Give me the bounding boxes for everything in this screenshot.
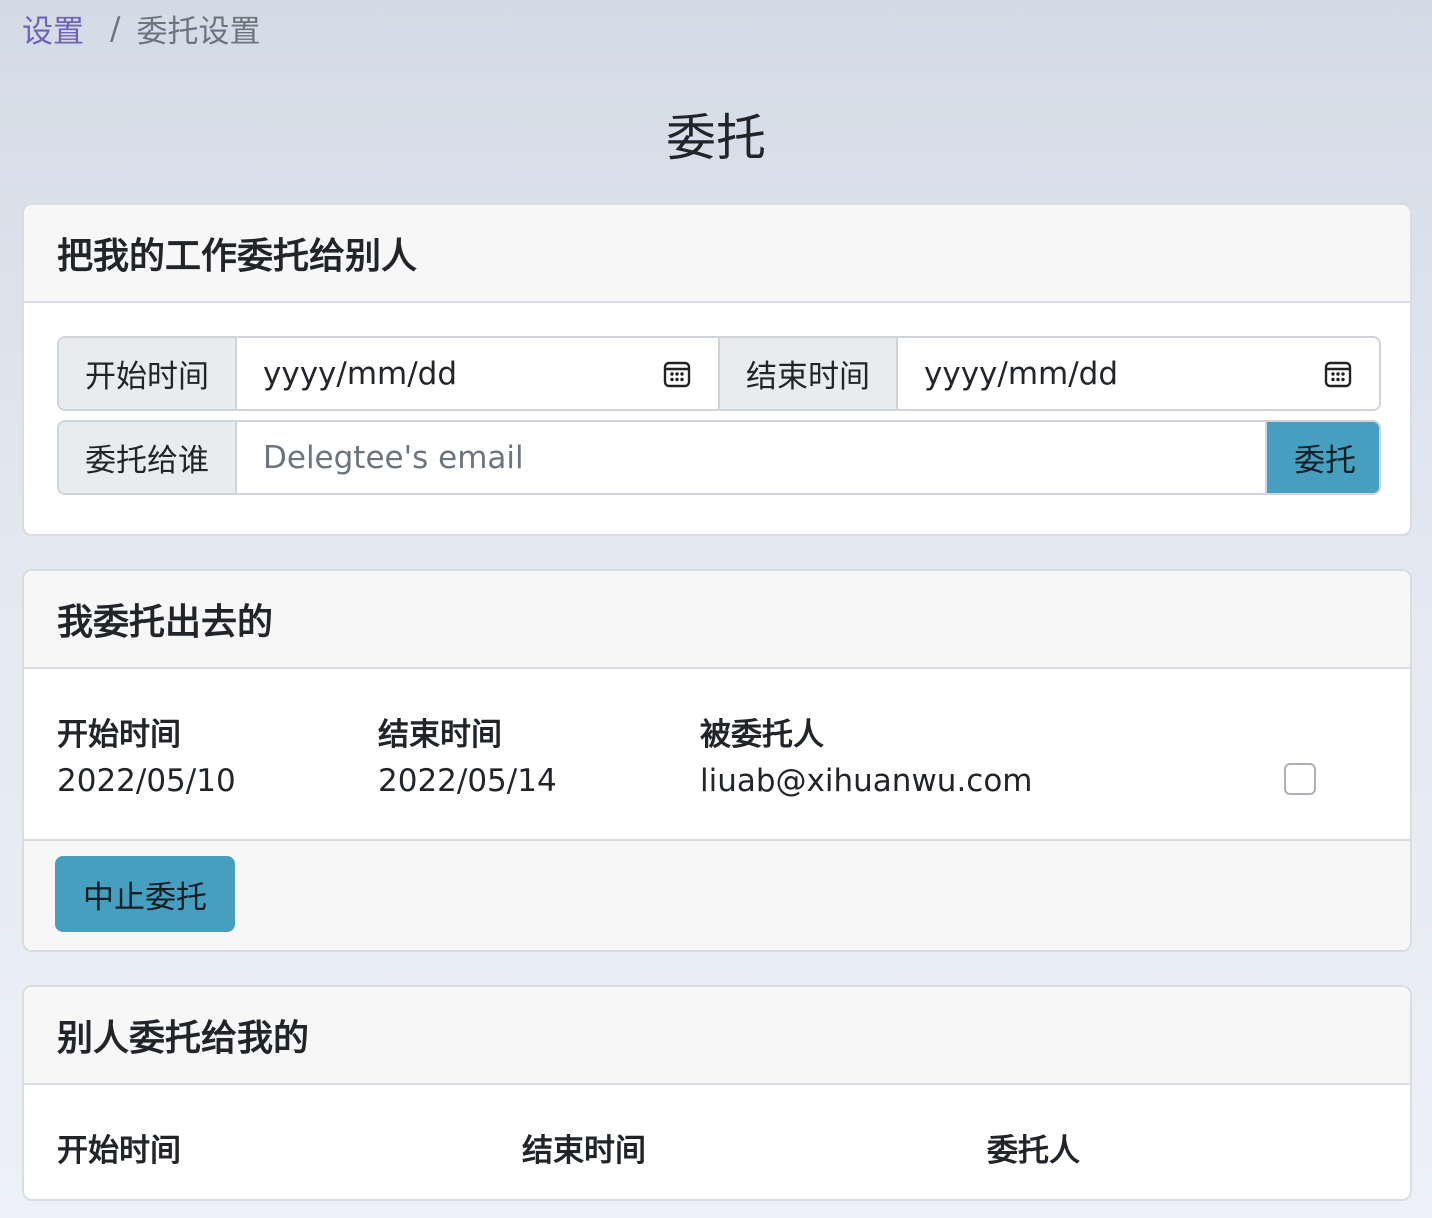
incoming-delegations-card: 别人委托给我的 开始时间 结束时间 委托人 <box>22 985 1412 1201</box>
start-date-value: yyyy/mm/dd <box>263 355 458 392</box>
breadcrumb-link-settings[interactable]: 设置 <box>22 6 84 51</box>
delegatee-email-input[interactable]: Delegtee's email <box>237 422 1267 493</box>
column-header-delegatee: 被委托人 <box>700 717 824 753</box>
delegate-card: 把我的工作委托给别人 开始时间 yyyy/mm/dd 结束时间 yyyy/mm/… <box>22 203 1412 536</box>
date-range-group: 开始时间 yyyy/mm/dd 结束时间 yyyy/mm/dd <box>57 336 1381 411</box>
delegatee-email-placeholder: Delegtee's email <box>263 439 524 476</box>
incoming-card-title: 别人委托给我的 <box>24 987 1410 1085</box>
delegate-button[interactable]: 委托 <box>1267 422 1379 493</box>
outgoing-card-footer: 中止委托 <box>24 839 1410 950</box>
row-start-date: 2022/05/10 <box>57 763 236 799</box>
row-end-date: 2022/05/14 <box>378 763 557 799</box>
breadcrumb-current: 委托设置 <box>136 14 261 50</box>
column-header-delegator: 委托人 <box>987 1133 1080 1169</box>
calendar-icon[interactable] <box>662 359 692 389</box>
table-row: 2022/05/10 2022/05/14 liuab@xihuanwu.com <box>57 763 1377 799</box>
column-header-start: 开始时间 <box>57 717 181 753</box>
outgoing-card-title: 我委托出去的 <box>24 571 1410 669</box>
calendar-icon[interactable] <box>1323 359 1353 389</box>
column-header-end: 结束时间 <box>378 717 502 753</box>
delegate-card-title: 把我的工作委托给别人 <box>24 205 1410 303</box>
outgoing-delegations-card: 我委托出去的 开始时间 结束时间 被委托人 2022/05/10 2022/05… <box>22 569 1412 952</box>
end-date-label: 结束时间 <box>720 338 898 409</box>
incoming-table-header: 开始时间 结束时间 委托人 <box>57 1125 1377 1170</box>
start-date-label: 开始时间 <box>59 338 237 409</box>
row-delegatee-email: liuab@xihuanwu.com <box>700 763 1033 799</box>
end-date-value: yyyy/mm/dd <box>924 355 1119 392</box>
delegatee-group: 委托给谁 Delegtee's email 委托 <box>57 420 1381 495</box>
column-header-start: 开始时间 <box>57 1133 181 1169</box>
stop-delegation-button[interactable]: 中止委托 <box>55 856 235 932</box>
breadcrumb-separator: / <box>110 10 121 47</box>
row-select-checkbox[interactable] <box>1284 763 1316 795</box>
end-date-input[interactable]: yyyy/mm/dd <box>898 338 1379 409</box>
column-header-end: 结束时间 <box>522 1133 646 1169</box>
outgoing-table-header: 开始时间 结束时间 被委托人 <box>57 709 1377 754</box>
delegatee-label: 委托给谁 <box>59 422 237 493</box>
breadcrumb: 设置 / 委托设置 <box>22 6 260 51</box>
page-title: 委托 <box>666 109 766 167</box>
start-date-input[interactable]: yyyy/mm/dd <box>237 338 720 409</box>
